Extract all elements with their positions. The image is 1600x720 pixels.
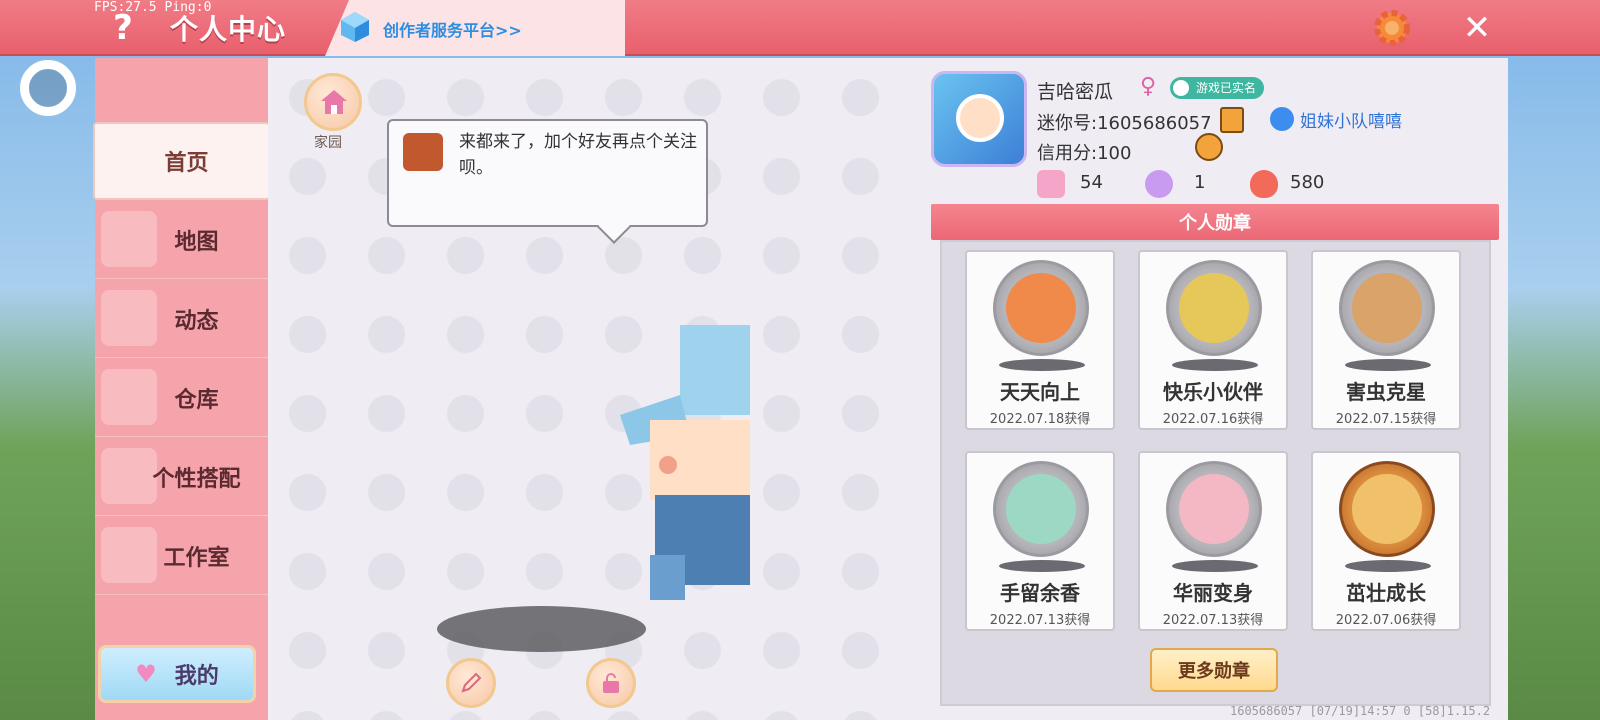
sidebar-item-home[interactable]: 首页 bbox=[93, 122, 270, 200]
bug-medal-icon bbox=[1339, 260, 1435, 356]
gift-icon bbox=[1037, 170, 1065, 198]
medal-shadow bbox=[1172, 359, 1258, 371]
growth-medal-icon bbox=[1339, 461, 1435, 557]
medal-card[interactable]: 手留余香 2022.07.13获得 bbox=[965, 451, 1115, 631]
credit-score: 信用分:100 bbox=[1037, 143, 1132, 164]
help-button[interactable]: ? bbox=[105, 8, 141, 48]
page-title: 个人中心 bbox=[170, 13, 287, 46]
person-icon[interactable] bbox=[1195, 133, 1223, 161]
character-avatar[interactable] bbox=[620, 325, 752, 615]
medal-name: 害虫克星 bbox=[1346, 380, 1426, 404]
cube-icon bbox=[341, 12, 369, 42]
dino-medal-icon bbox=[1166, 461, 1262, 557]
verified-badge: 游戏已实名 bbox=[1170, 77, 1265, 99]
version-info: 1605686057 [07/19]14:57 0 [58]1.15.2 bbox=[1230, 704, 1491, 718]
medal-name: 手留余香 bbox=[1000, 581, 1080, 605]
sidebar-item-label: 首页 bbox=[164, 151, 209, 176]
verified-label: 游戏已实名 bbox=[1196, 81, 1257, 95]
medal-date: 2022.07.06获得 bbox=[1335, 613, 1437, 628]
home-button[interactable] bbox=[304, 73, 362, 131]
sidebar: 首页 地图 动态 仓库 个性搭配 工作室 bbox=[93, 58, 270, 720]
medal-name: 天天向上 bbox=[1000, 380, 1080, 404]
stat-gifts: 54 bbox=[1080, 172, 1103, 193]
medal-name: 茁壮成长 bbox=[1346, 581, 1426, 605]
lock-icon bbox=[603, 673, 619, 693]
medal-date: 2022.07.13获得 bbox=[1162, 613, 1264, 628]
medal-card[interactable]: 华丽变身 2022.07.13获得 bbox=[1138, 451, 1288, 631]
medal-shadow bbox=[1345, 560, 1431, 572]
medal-date: 2022.07.16获得 bbox=[1162, 412, 1264, 427]
plant-medal-icon bbox=[993, 461, 1089, 557]
medal-shadow bbox=[999, 359, 1085, 371]
mini-id: 迷你号:1605686057 bbox=[1037, 113, 1212, 134]
stat-cheers: 1 bbox=[1194, 172, 1206, 193]
mine-label: 我的 bbox=[174, 664, 219, 689]
medals-header: 个人勋章 bbox=[931, 204, 1499, 240]
cheer-icon bbox=[1145, 170, 1173, 198]
creator-platform-link[interactable]: 创作者服务平台>> bbox=[383, 17, 522, 41]
medal-name: 快乐小伙伴 bbox=[1163, 380, 1263, 404]
medal-card[interactable]: 茁壮成长 2022.07.06获得 bbox=[1311, 451, 1461, 631]
copy-icon[interactable] bbox=[1220, 107, 1244, 133]
team-name[interactable]: 姐妹小队嘻嘻 bbox=[1272, 107, 1402, 132]
heart-icon: ♥ bbox=[135, 660, 157, 688]
sidebar-item-map[interactable]: 地图 bbox=[95, 201, 268, 279]
sidebar-item-label: 个性搭配 bbox=[152, 466, 241, 492]
medal-date: 2022.07.13获得 bbox=[989, 613, 1091, 628]
sidebar-item-activity[interactable]: 动态 bbox=[95, 280, 268, 358]
medal-card[interactable]: 快乐小伙伴 2022.07.16获得 bbox=[1138, 250, 1288, 430]
sidebar-item-outfit[interactable]: 个性搭配 bbox=[95, 438, 268, 516]
medal-shadow bbox=[1345, 359, 1431, 371]
close-button[interactable]: ✕ bbox=[1457, 6, 1497, 50]
sidebar-item-label: 工作室 bbox=[163, 545, 230, 571]
mascot-icon bbox=[403, 133, 443, 171]
friends-medal-icon bbox=[1166, 260, 1262, 356]
sidebar-item-label: 仓库 bbox=[174, 387, 219, 413]
flame-icon bbox=[1250, 170, 1278, 198]
sidebar-item-label: 地图 bbox=[174, 229, 219, 255]
speech-bubble: 来都来了，加个好友再点个关注呗。 bbox=[387, 119, 708, 227]
medal-card[interactable]: 害虫克星 2022.07.15获得 bbox=[1311, 250, 1461, 430]
avatar-face bbox=[956, 94, 1004, 142]
nickname: 吉哈密瓜 bbox=[1037, 81, 1114, 103]
female-icon: ♀ bbox=[1140, 74, 1157, 99]
medal-shadow bbox=[999, 560, 1085, 572]
sidebar-item-warehouse[interactable]: 仓库 bbox=[95, 359, 268, 437]
user-check-icon bbox=[1173, 80, 1189, 96]
pencil-icon bbox=[461, 672, 482, 693]
character-shadow bbox=[437, 606, 646, 652]
stat-popularity: 580 bbox=[1290, 172, 1325, 193]
sidebar-item-label: 动态 bbox=[174, 308, 219, 334]
record-icon[interactable] bbox=[20, 60, 76, 116]
avatar[interactable] bbox=[931, 71, 1027, 167]
bubble-text: 来都来了，加个好友再点个关注呗。 bbox=[459, 132, 697, 178]
lock-button[interactable] bbox=[586, 658, 636, 708]
mine-button[interactable]: ♥ 我的 bbox=[98, 645, 256, 703]
gear-icon[interactable] bbox=[1370, 6, 1414, 50]
calendar-medal-icon bbox=[993, 260, 1089, 356]
more-medals-button[interactable]: 更多勋章 bbox=[1150, 648, 1278, 692]
house-icon bbox=[321, 90, 347, 114]
medal-name: 华丽变身 bbox=[1173, 581, 1253, 605]
medal-card[interactable]: 天天向上 2022.07.18获得 bbox=[965, 250, 1115, 430]
home-label: 家园 bbox=[314, 135, 342, 151]
sidebar-item-studio[interactable]: 工作室 bbox=[95, 517, 268, 595]
edit-button[interactable] bbox=[446, 658, 496, 708]
medal-date: 2022.07.18获得 bbox=[989, 412, 1091, 427]
top-bar: FPS:27.5 Ping:0 ? 个人中心 创作者服务平台>> ✕ bbox=[0, 0, 1600, 56]
medal-shadow bbox=[1172, 560, 1258, 572]
medal-date: 2022.07.15获得 bbox=[1335, 412, 1437, 427]
